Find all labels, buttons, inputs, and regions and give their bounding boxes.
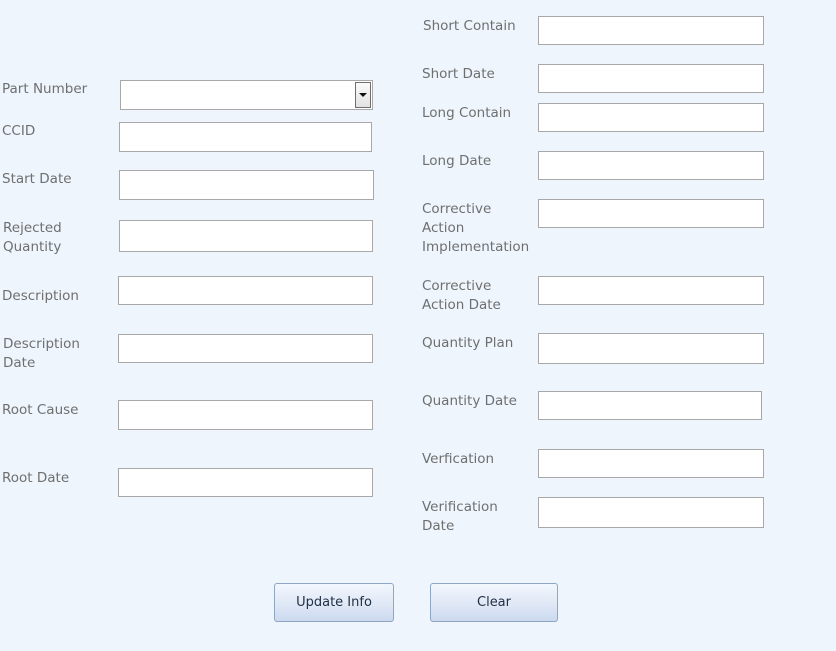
short-date-field[interactable]: [538, 64, 764, 93]
description-date-field[interactable]: [118, 334, 373, 363]
short-contain-label: Short Contain: [423, 18, 516, 34]
quantity-date-label: Quantity Date: [422, 393, 517, 409]
start-date-field[interactable]: [119, 170, 374, 200]
long-contain-field[interactable]: [538, 103, 764, 132]
description-label: Description: [2, 288, 79, 304]
start-date-label: Start Date: [2, 171, 72, 187]
long-date-label: Long Date: [422, 153, 492, 169]
short-date-label: Short Date: [422, 66, 495, 82]
part-number-dropdown-button[interactable]: [355, 82, 371, 108]
verification-date-field[interactable]: [538, 497, 764, 528]
rejected-quantity-label: Rejected Quantity: [3, 220, 62, 255]
long-date-field[interactable]: [538, 151, 764, 180]
root-cause-label: Root Cause: [2, 402, 79, 418]
root-cause-field[interactable]: [118, 400, 373, 430]
quantity-plan-label: Quantity Plan: [422, 335, 514, 351]
clear-button[interactable]: Clear: [430, 583, 558, 622]
corrective-action-implementation-label: Corrective Action Implementation: [422, 201, 530, 255]
part-number-combobox[interactable]: [120, 80, 373, 110]
chevron-down-icon: [359, 93, 367, 97]
corrective-action-implementation-field[interactable]: [538, 199, 764, 228]
corrective-action-date-label: Corrective Action Date: [422, 278, 501, 313]
update-info-button[interactable]: Update Info: [274, 583, 394, 622]
ccid-field[interactable]: [119, 122, 372, 152]
root-date-field[interactable]: [118, 468, 373, 497]
verification-date-label: Verification Date: [422, 499, 498, 534]
short-contain-field[interactable]: [538, 16, 764, 45]
verfication-label: Verfication: [422, 451, 495, 467]
description-date-label: Description Date: [3, 336, 80, 371]
corrective-action-date-field[interactable]: [538, 276, 764, 305]
ccid-label: CCID: [2, 123, 36, 139]
quantity-date-field[interactable]: [538, 391, 762, 420]
part-number-label: Part Number: [2, 81, 88, 97]
quantity-plan-field[interactable]: [538, 333, 764, 364]
long-contain-label: Long Contain: [422, 105, 512, 121]
rejected-quantity-field[interactable]: [119, 220, 373, 252]
verfication-field[interactable]: [538, 449, 764, 478]
root-date-label: Root Date: [2, 470, 70, 486]
description-field[interactable]: [118, 276, 373, 305]
